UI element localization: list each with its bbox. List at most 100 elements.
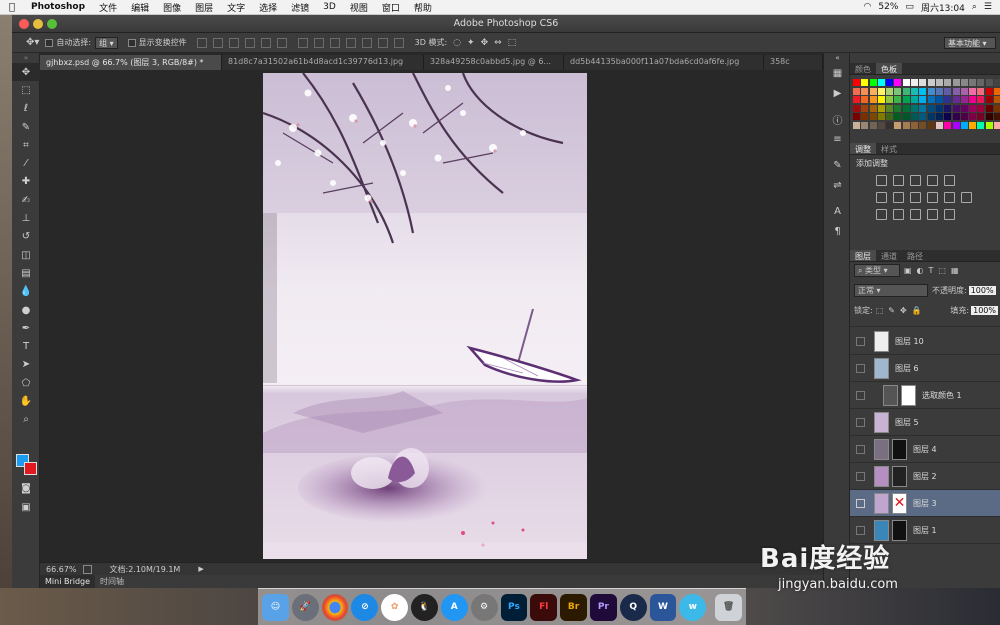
align-bottom-icon[interactable]: [228, 37, 239, 48]
visibility-toggle[interactable]: [856, 525, 865, 535]
swatch[interactable]: [902, 96, 910, 103]
swatch[interactable]: [911, 104, 919, 112]
actions-icon[interactable]: ▶: [824, 83, 851, 103]
swatch[interactable]: [969, 96, 977, 103]
opacity-input[interactable]: 100%: [968, 286, 996, 295]
tab-channels[interactable]: 通道: [876, 250, 902, 261]
zoom-level[interactable]: 66.67%: [40, 565, 83, 574]
swatch[interactable]: [919, 104, 927, 112]
swatch[interactable]: [994, 113, 1000, 120]
notification-icon[interactable]: ☰: [984, 2, 992, 12]
layer-row-3[interactable]: ✕ 图层 3: [850, 490, 1000, 517]
crop-tool[interactable]: ⌗: [12, 136, 40, 154]
visibility-toggle[interactable]: [856, 363, 865, 373]
lasso-tool[interactable]: ℓ: [12, 100, 40, 118]
swatch[interactable]: [919, 121, 927, 129]
visibility-toggle[interactable]: [856, 336, 865, 346]
swatch[interactable]: [911, 121, 919, 129]
auto-align-icon[interactable]: [393, 37, 404, 48]
curves-icon[interactable]: [910, 175, 921, 186]
blend-mode-dropdown[interactable]: 正常 ▾: [854, 284, 928, 297]
swatch[interactable]: [919, 79, 927, 86]
wifi-icon[interactable]: ◠: [864, 2, 872, 12]
swatch[interactable]: [886, 87, 894, 95]
swatch[interactable]: [894, 87, 902, 95]
system-preferences-icon[interactable]: ⚙: [470, 593, 498, 621]
photoshop-icon[interactable]: Ps: [500, 593, 528, 621]
quick-select-tool[interactable]: ✎: [12, 118, 40, 136]
swatch[interactable]: [985, 79, 993, 86]
swatch[interactable]: [944, 121, 952, 129]
visibility-toggle[interactable]: [856, 444, 865, 454]
swatch[interactable]: [994, 96, 1000, 103]
swatch[interactable]: [952, 96, 960, 103]
swatch[interactable]: [969, 113, 977, 120]
align-right-icon[interactable]: [276, 37, 287, 48]
menu-3d[interactable]: 3D: [316, 2, 343, 12]
swatch[interactable]: [902, 121, 910, 129]
swatch[interactable]: [869, 121, 877, 129]
clock[interactable]: 周六13:04: [921, 1, 965, 14]
color-balance-icon[interactable]: [893, 192, 904, 203]
swatch[interactable]: [977, 87, 985, 95]
zoom-tool[interactable]: ⌕: [12, 411, 40, 429]
swatch[interactable]: [861, 87, 869, 95]
swatch[interactable]: [927, 113, 935, 120]
hand-tool[interactable]: ✋: [12, 392, 40, 410]
distribute-hcenter-icon[interactable]: [361, 37, 372, 48]
swatch[interactable]: [944, 96, 952, 103]
history-icon[interactable]: ▦: [824, 63, 851, 83]
swatch[interactable]: [894, 96, 902, 103]
swatch[interactable]: [994, 121, 1000, 129]
paragraph-icon[interactable]: ¶: [824, 221, 851, 241]
menu-select[interactable]: 选择: [252, 1, 284, 14]
move-tool[interactable]: ✥: [12, 63, 40, 82]
bw-icon[interactable]: [910, 192, 921, 203]
swatch[interactable]: [861, 104, 869, 112]
swatch[interactable]: [969, 104, 977, 112]
levels-icon[interactable]: [893, 175, 904, 186]
layer-row-10[interactable]: 图层 10: [850, 328, 1000, 355]
properties-icon[interactable]: ⓘ: [824, 109, 851, 129]
exposure-icon[interactable]: [927, 175, 938, 186]
visibility-toggle[interactable]: [856, 498, 865, 508]
launchpad-icon[interactable]: 🚀: [291, 593, 319, 621]
tab-adjustments[interactable]: 调整: [850, 143, 876, 154]
swatch[interactable]: [902, 87, 910, 95]
menu-window[interactable]: 窗口: [375, 1, 407, 14]
posterize-icon[interactable]: [893, 209, 904, 220]
swatch[interactable]: [869, 96, 877, 103]
swatch[interactable]: [935, 87, 943, 95]
swatch[interactable]: [960, 79, 968, 86]
swatch[interactable]: [902, 104, 910, 112]
fill-input[interactable]: 100%: [971, 306, 998, 315]
invert-icon[interactable]: [876, 209, 887, 220]
canvas-image[interactable]: [263, 73, 587, 559]
tab-358c[interactable]: 358c: [764, 55, 823, 70]
visibility-toggle[interactable]: [856, 471, 865, 481]
swatch[interactable]: [877, 87, 885, 95]
eraser-tool[interactable]: ◫: [12, 246, 40, 264]
swatch[interactable]: [894, 79, 902, 86]
swatch[interactable]: [902, 113, 910, 120]
swatch[interactable]: [853, 121, 860, 129]
swatch[interactable]: [952, 87, 960, 95]
swatch[interactable]: [894, 121, 902, 129]
swatch[interactable]: [919, 113, 927, 120]
swatch[interactable]: [935, 121, 943, 129]
hue-sat-icon[interactable]: [876, 192, 887, 203]
swatch[interactable]: [977, 121, 985, 129]
swatch[interactable]: [861, 121, 869, 129]
tab-dd5b44[interactable]: dd5b44135ba000f11a07bda6cd0af6fe.jpg: [564, 55, 764, 70]
swatch[interactable]: [877, 104, 885, 112]
swatch[interactable]: [944, 87, 952, 95]
distribute-bottom-icon[interactable]: [329, 37, 340, 48]
clone-stamp-tool[interactable]: ⊥: [12, 209, 40, 227]
swatch[interactable]: [960, 96, 968, 103]
swatch[interactable]: [977, 104, 985, 112]
swatch[interactable]: [853, 113, 860, 120]
tab-color[interactable]: 颜色: [850, 63, 876, 74]
swatch[interactable]: [886, 96, 894, 103]
pen-tool[interactable]: ✒: [12, 319, 40, 337]
premiere-icon[interactable]: Pr: [589, 593, 617, 621]
